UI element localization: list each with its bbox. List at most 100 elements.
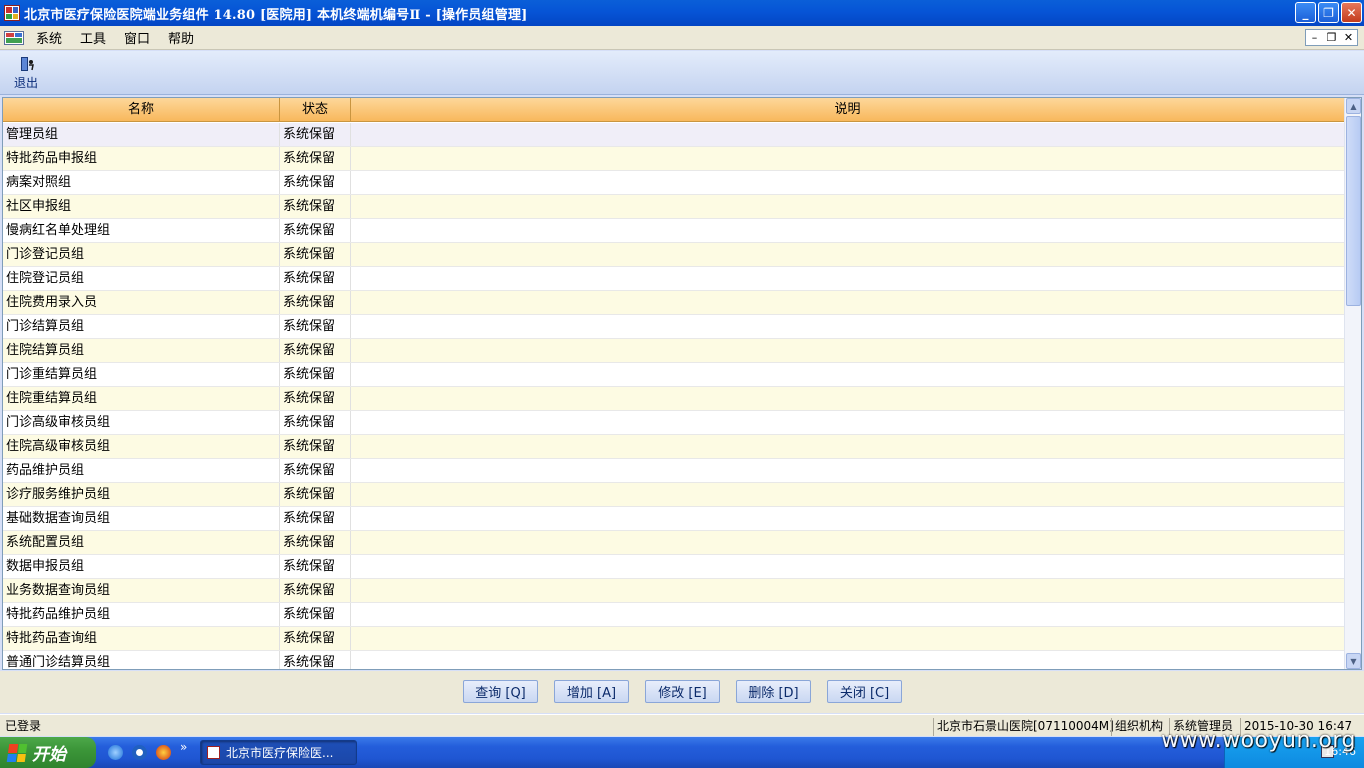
taskbar: 开始 » 北京市医疗保险医... 16:46: [0, 737, 1364, 768]
cell-status: 系统保留: [280, 531, 351, 554]
title-bar: 北京市医疗保险医院端业务组件 14.80 [医院用] 本机终端机编号Ⅱ - [操…: [0, 0, 1364, 26]
ie-icon[interactable]: [108, 745, 123, 760]
cell-status: 系统保留: [280, 171, 351, 194]
watermark: www.wooyun.org: [1161, 728, 1356, 753]
cell-description: [351, 579, 1345, 602]
document-icon[interactable]: [4, 29, 26, 47]
table-row[interactable]: 住院登记员组 系统保留: [3, 267, 1345, 291]
table-row[interactable]: 住院费用录入员 系统保留: [3, 291, 1345, 315]
cell-status: 系统保留: [280, 267, 351, 290]
table-row[interactable]: 业务数据查询员组 系统保留: [3, 579, 1345, 603]
window-title: 北京市医疗保险医院端业务组件 14.80 [医院用] 本机终端机编号Ⅱ - [操…: [24, 7, 528, 23]
cell-status: 系统保留: [280, 339, 351, 362]
cell-description: [351, 459, 1345, 482]
start-button[interactable]: 开始: [0, 737, 96, 768]
menu-window[interactable]: 窗口: [124, 28, 150, 47]
table-row[interactable]: 门诊重结算员组 系统保留: [3, 363, 1345, 387]
menu-tools[interactable]: 工具: [80, 28, 106, 47]
table-row[interactable]: 诊疗服务维护员组 系统保留: [3, 483, 1345, 507]
cell-status: 系统保留: [280, 507, 351, 530]
taskbar-item-app[interactable]: 北京市医疗保险医...: [200, 740, 357, 765]
toolbar: 退出: [0, 51, 1364, 95]
table-row[interactable]: 管理员组 系统保留: [3, 123, 1345, 147]
cell-name: 门诊结算员组: [3, 315, 280, 338]
vertical-scrollbar[interactable]: ▲ ▼: [1344, 98, 1361, 669]
menu-bar: 系统 工具 窗口 帮助 – ❐ ✕: [0, 26, 1364, 50]
restore-button[interactable]: ❐: [1318, 2, 1339, 23]
table-row[interactable]: 特批药品查询组 系统保留: [3, 627, 1345, 651]
cell-status: 系统保留: [280, 555, 351, 578]
menu-system[interactable]: 系统: [36, 28, 62, 47]
cell-description: [351, 435, 1345, 458]
scroll-down-icon[interactable]: ▼: [1346, 653, 1361, 669]
table-row[interactable]: 数据申报员组 系统保留: [3, 555, 1345, 579]
exit-door-icon: [19, 56, 34, 72]
cell-description: [351, 267, 1345, 290]
cell-name: 门诊重结算员组: [3, 363, 280, 386]
query-button[interactable]: 查询 [Q]: [463, 680, 538, 703]
table-row[interactable]: 药品维护员组 系统保留: [3, 459, 1345, 483]
column-header-status[interactable]: 状态: [280, 98, 351, 122]
table-row[interactable]: 门诊高级审核员组 系统保留: [3, 411, 1345, 435]
scroll-up-icon[interactable]: ▲: [1346, 98, 1361, 114]
scroll-thumb[interactable]: [1346, 116, 1361, 306]
cell-name: 特批药品维护员组: [3, 603, 280, 626]
cell-name: 住院登记员组: [3, 267, 280, 290]
table-row[interactable]: 住院高级审核员组 系统保留: [3, 435, 1345, 459]
cell-description: [351, 555, 1345, 578]
table-row[interactable]: 基础数据查询员组 系统保留: [3, 507, 1345, 531]
media-player-icon[interactable]: [132, 745, 147, 760]
delete-button[interactable]: 删除 [D]: [736, 680, 811, 703]
mdi-minimize-icon[interactable]: –: [1306, 30, 1323, 45]
column-header-description[interactable]: 说明: [351, 98, 1345, 122]
table-header: 名称 状态 说明: [3, 98, 1345, 122]
table-row[interactable]: 普通门诊结算员组 系统保留: [3, 651, 1345, 669]
table-row[interactable]: 社区申报组 系统保留: [3, 195, 1345, 219]
hospital-info: 北京市石景山医院[07110004M]: [933, 718, 1117, 736]
table-row[interactable]: 系统配置员组 系统保留: [3, 531, 1345, 555]
table-row[interactable]: 门诊结算员组 系统保留: [3, 315, 1345, 339]
cell-status: 系统保留: [280, 411, 351, 434]
cell-description: [351, 531, 1345, 554]
minimize-icon: _: [1302, 5, 1309, 20]
cell-name: 住院费用录入员: [3, 291, 280, 314]
cell-name: 特批药品申报组: [3, 147, 280, 170]
operator-group-table: 名称 状态 说明 管理员组 系统保留 特批药品申报组 系统保留 病案对照组 系统保留 社区申…: [2, 97, 1362, 670]
cell-status: 系统保留: [280, 315, 351, 338]
close-button[interactable]: ✕: [1341, 2, 1362, 23]
column-header-name[interactable]: 名称: [3, 98, 280, 122]
windows-logo-icon: [6, 743, 28, 762]
window-controls: _ ❐ ✕: [1295, 2, 1362, 23]
cell-description: [351, 363, 1345, 386]
cell-status: 系统保留: [280, 219, 351, 242]
cell-description: [351, 387, 1345, 410]
app-launcher-icon[interactable]: [156, 745, 171, 760]
cell-name: 特批药品查询组: [3, 627, 280, 650]
cell-status: 系统保留: [280, 603, 351, 626]
minimize-button[interactable]: _: [1295, 2, 1316, 23]
mdi-restore-icon[interactable]: ❐: [1323, 30, 1340, 45]
close-form-button[interactable]: 关闭 [C]: [827, 680, 902, 703]
table-row[interactable]: 特批药品申报组 系统保留: [3, 147, 1345, 171]
cell-status: 系统保留: [280, 651, 351, 669]
table-row[interactable]: 慢病红名单处理组 系统保留: [3, 219, 1345, 243]
cell-description: [351, 171, 1345, 194]
exit-button[interactable]: 退出: [6, 54, 46, 92]
table-row[interactable]: 特批药品维护员组 系统保留: [3, 603, 1345, 627]
table-row[interactable]: 门诊登记员组 系统保留: [3, 243, 1345, 267]
cell-description: [351, 123, 1345, 146]
mdi-close-icon[interactable]: ✕: [1340, 30, 1357, 45]
table-row[interactable]: 病案对照组 系统保留: [3, 171, 1345, 195]
cell-status: 系统保留: [280, 363, 351, 386]
table-row[interactable]: 住院重结算员组 系统保留: [3, 387, 1345, 411]
table-row[interactable]: 住院结算员组 系统保留: [3, 339, 1345, 363]
cell-name: 数据申报员组: [3, 555, 280, 578]
cell-description: [351, 651, 1345, 669]
cell-name: 系统配置员组: [3, 531, 280, 554]
add-button[interactable]: 增加 [A]: [554, 680, 629, 703]
menu-help[interactable]: 帮助: [168, 28, 194, 47]
action-bar: 查询 [Q] 增加 [A] 修改 [E] 删除 [D] 关闭 [C]: [0, 671, 1364, 713]
quicklaunch-more-icon[interactable]: »: [180, 740, 187, 754]
edit-button[interactable]: 修改 [E]: [645, 680, 720, 703]
cell-status: 系统保留: [280, 123, 351, 146]
